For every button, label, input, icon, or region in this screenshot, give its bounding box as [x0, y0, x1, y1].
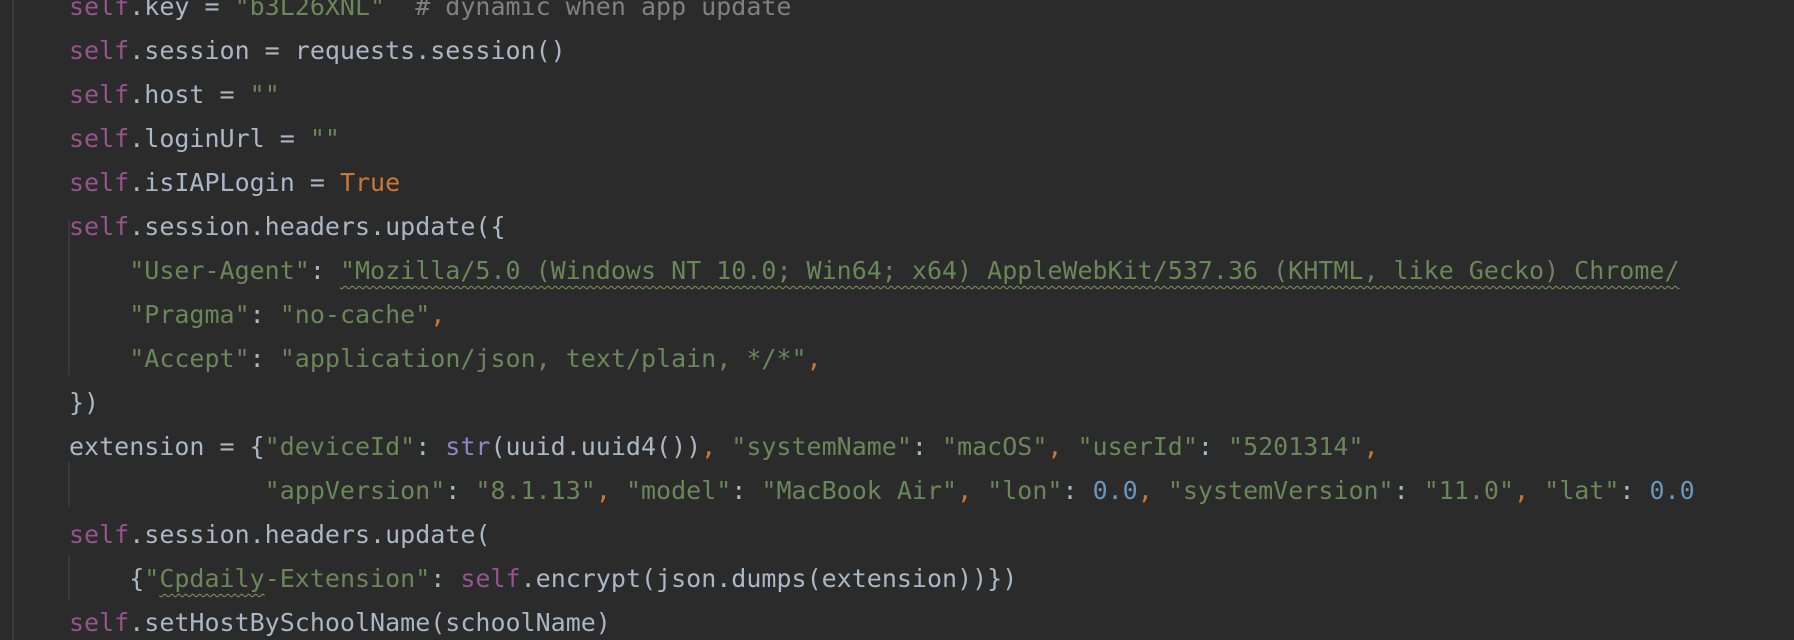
code-token: : [731, 476, 762, 505]
code-token: .session = requests.session() [129, 36, 566, 65]
code-token: extension = { [69, 432, 265, 461]
code-token: : [309, 256, 340, 285]
code-token: "model" [625, 476, 732, 505]
code-line[interactable]: self.host = "" [0, 73, 1794, 117]
code-token: self [69, 520, 130, 549]
code-token: .session.headers.update( [129, 520, 491, 549]
code-token: "MacBook Air" [761, 476, 958, 505]
code-token: "application/json, text/plain, */*" [279, 344, 807, 373]
code-line[interactable]: "Pragma": "no-cache", [0, 293, 1794, 337]
code-line[interactable]: "Accept": "application/json, text/plain,… [0, 337, 1794, 381]
code-token: (uuid.uuid4()) [490, 432, 702, 461]
code-token: str [445, 432, 491, 461]
code-token: , [1137, 476, 1168, 505]
code-token: "11.0" [1423, 476, 1515, 505]
code-token: .loginUrl = [129, 124, 310, 153]
code-token: , [1363, 432, 1379, 461]
code-token: , [1514, 476, 1545, 505]
code-line[interactable]: "appVersion": "8.1.13", "model": "MacBoo… [0, 469, 1794, 513]
code-token: : [1197, 432, 1229, 461]
code-token: .host = [129, 80, 250, 109]
code-line[interactable]: self.key = "b3L26XNL" # dynamic when app… [0, 0, 1794, 29]
code-token: Cpdaily [159, 564, 265, 593]
code-token: "8.1.13" [475, 476, 596, 505]
code-token: self [69, 168, 130, 197]
code-token: : [1619, 476, 1650, 505]
code-token: , [430, 300, 446, 329]
code-token: "lon" [987, 476, 1063, 505]
code-line[interactable]: {"Cpdaily-Extension": self.encrypt(json.… [0, 557, 1794, 601]
code-token: " [144, 564, 160, 593]
code-token: .key = [129, 0, 235, 21]
code-token: # dynamic when app update [385, 0, 792, 21]
code-token: , [1047, 432, 1078, 461]
code-token: "macOS" [942, 432, 1048, 461]
code-token: : [911, 432, 943, 461]
code-token: "" [309, 124, 340, 153]
code-token: "Accept" [129, 344, 250, 373]
code-text-area[interactable]: self.key = "b3L26XNL" # dynamic when app… [0, 0, 1794, 640]
code-token: "" [249, 80, 280, 109]
code-token: "5201314" [1228, 432, 1364, 461]
code-line[interactable]: self.isIAPLogin = True [0, 161, 1794, 205]
code-token: "Pragma" [129, 300, 250, 329]
code-token: self [69, 124, 130, 153]
code-line[interactable]: self.session.headers.update( [0, 513, 1794, 557]
code-line[interactable]: "User-Agent": "Mozilla/5.0 (Windows NT 1… [0, 249, 1794, 293]
code-token: "userId" [1077, 432, 1198, 461]
code-token: , [595, 476, 626, 505]
code-token: : [1062, 476, 1093, 505]
code-token: -Extension" [264, 564, 431, 593]
code-token: { [69, 564, 145, 593]
code-line[interactable]: }) [0, 381, 1794, 425]
code-token: .isIAPLogin = [129, 168, 340, 197]
code-token: True [339, 168, 401, 197]
code-token: self [69, 36, 130, 65]
code-token: self [69, 0, 130, 21]
code-token: self [460, 564, 521, 593]
code-token: "User-Agent" [129, 256, 310, 285]
code-token: .encrypt(json.dumps(extension))}) [520, 564, 1018, 593]
code-token: : [249, 344, 280, 373]
code-line[interactable]: self.session = requests.session() [0, 29, 1794, 73]
code-token: : [430, 564, 461, 593]
code-token: "deviceId" [264, 432, 416, 461]
code-line[interactable]: self.session.headers.update({ [0, 205, 1794, 249]
code-line[interactable]: self.setHostBySchoolName(schoolName) [0, 601, 1794, 640]
code-editor[interactable]: self.key = "b3L26XNL" # dynamic when app… [0, 0, 1794, 640]
code-token: self [69, 212, 130, 241]
code-token: "b3L26XNL" [234, 0, 386, 21]
code-token: .session.headers.update({ [129, 212, 506, 241]
code-line[interactable]: extension = {"deviceId": str(uuid.uuid4(… [0, 425, 1794, 469]
code-line[interactable]: self.loginUrl = "" [0, 117, 1794, 161]
code-token: .setHostBySchoolName(schoolName) [129, 608, 611, 637]
code-token: 0.0 [1092, 476, 1138, 505]
code-token: , [957, 476, 988, 505]
code-token: 0.0 [1649, 476, 1695, 505]
code-token: , [806, 344, 822, 373]
code-token: : [415, 432, 446, 461]
code-token: : [1393, 476, 1424, 505]
code-token: "appVersion" [264, 476, 446, 505]
code-token: , [701, 432, 732, 461]
code-token: self [69, 80, 130, 109]
code-token: "no-cache" [279, 300, 431, 329]
code-token: }) [69, 388, 100, 417]
code-token: "Mozilla/5.0 (Windows NT 10.0; Win64; x6… [339, 256, 1680, 285]
code-token: "lat" [1544, 476, 1620, 505]
code-token: : [249, 300, 280, 329]
code-token: "systemName" [731, 432, 912, 461]
code-token: "systemVersion" [1167, 476, 1394, 505]
code-token: self [69, 608, 130, 637]
code-token: : [445, 476, 476, 505]
